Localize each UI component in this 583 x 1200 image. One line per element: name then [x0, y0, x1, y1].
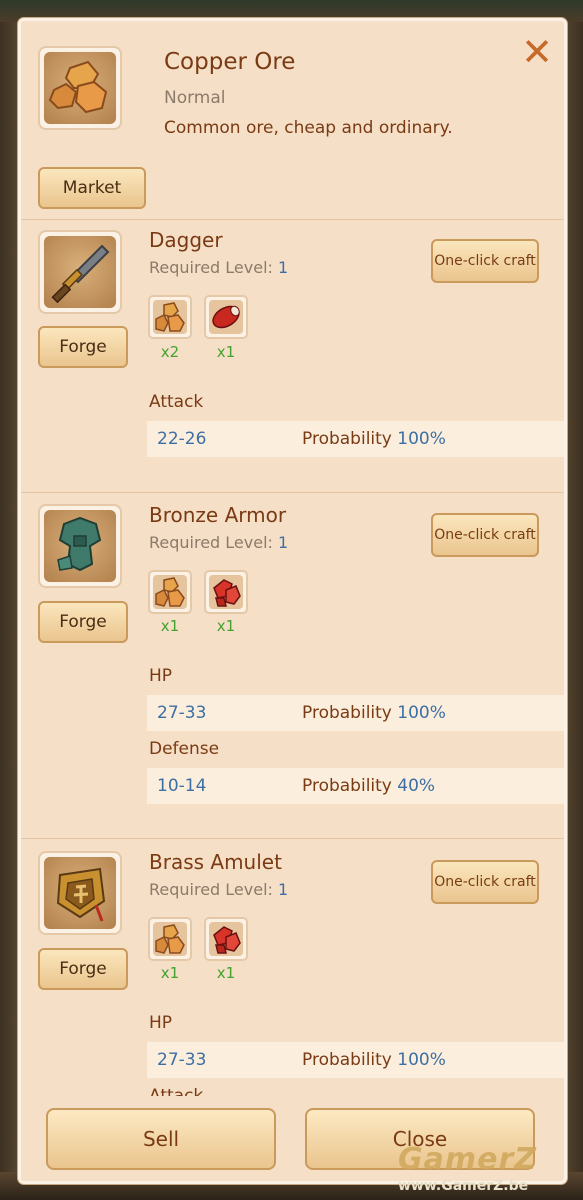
material-qty: x2 [160, 343, 180, 361]
forge-button[interactable]: Forge [38, 948, 128, 990]
stat-range: 22-26 [157, 429, 207, 449]
required-level: Required Level: 1 [149, 533, 289, 552]
material-qty: x1 [160, 964, 180, 982]
bronze-armor-icon [57, 516, 102, 572]
recipe-brass-amulet: Forge Brass Amulet Required Level: 1 One… [21, 838, 564, 1106]
item-rarity: Normal [164, 88, 226, 108]
material-slot[interactable] [148, 917, 192, 961]
brass-amulet-icon [56, 867, 106, 922]
dagger-item-slot [38, 230, 122, 314]
material-slot[interactable] [148, 570, 192, 614]
material-slot[interactable] [148, 295, 192, 339]
watermark-url: www.GamerZ.be [398, 1178, 529, 1194]
stat-row: 22-26 Probability 100% [147, 421, 564, 457]
stat-label: Defense [149, 739, 220, 759]
material-qty: x1 [160, 617, 180, 635]
one-click-craft-button[interactable]: One-click craft [431, 860, 539, 904]
item-header: Market Copper Ore Normal Common ore, che… [21, 21, 564, 221]
stat-row: 27-33 Probability 100% [147, 1042, 564, 1078]
bronze-armor-item-slot [38, 504, 122, 588]
material-slot[interactable] [204, 917, 248, 961]
red-crystal-icon [213, 579, 241, 607]
required-level: Required Level: 1 [149, 880, 289, 899]
stat-probability: Probability 100% [302, 703, 446, 723]
meat-icon [212, 305, 240, 329]
watermark-logo: GamerZ [398, 1142, 538, 1177]
brass-amulet-item-slot [38, 851, 122, 935]
recipe-bronze-armor: Forge Bronze Armor Required Level: 1 One… [21, 492, 564, 839]
copper-ore-icon [155, 577, 185, 607]
dagger-icon [51, 244, 110, 304]
one-click-craft-button[interactable]: One-click craft [431, 239, 539, 283]
stat-range: 27-33 [157, 703, 207, 723]
forge-button[interactable]: Forge [38, 326, 128, 368]
stat-row: 10-14 Probability 40% [147, 768, 564, 804]
stat-range: 10-14 [157, 776, 207, 796]
stat-label: HP [149, 666, 173, 686]
item-name: Dagger [149, 228, 223, 252]
material-qty: x1 [216, 343, 236, 361]
stat-label: HP [149, 1013, 173, 1033]
stat-label: Attack [149, 392, 204, 412]
sell-button[interactable]: Sell [46, 1108, 276, 1170]
item-detail-panel: Market Copper Ore Normal Common ore, che… [18, 18, 567, 1184]
stat-range: 27-33 [157, 1050, 207, 1070]
close-icon[interactable]: ✕ [519, 33, 555, 71]
copper-ore-icon [155, 924, 185, 954]
red-crystal-icon [213, 926, 241, 954]
item-name: Brass Amulet [149, 850, 282, 874]
copper-ore-icon [48, 60, 108, 114]
copper-ore-icon [155, 302, 185, 332]
item-description: Common ore, cheap and ordinary. [164, 118, 453, 138]
item-title: Copper Ore [164, 49, 296, 75]
copper-ore-item-slot [38, 46, 122, 130]
one-click-craft-button[interactable]: One-click craft [431, 513, 539, 557]
material-slot[interactable] [204, 570, 248, 614]
item-name: Bronze Armor [149, 503, 287, 527]
material-qty: x1 [216, 964, 236, 982]
material-slot[interactable] [204, 295, 248, 339]
material-qty: x1 [216, 617, 236, 635]
stat-probability: Probability 100% [302, 1050, 446, 1070]
stat-row: 27-33 Probability 100% [147, 695, 564, 731]
stat-probability: Probability 40% [302, 776, 436, 796]
forge-button[interactable]: Forge [38, 601, 128, 643]
recipe-dagger: Forge Dagger Required Level: 1 One-click… [21, 219, 564, 493]
market-button[interactable]: Market [38, 167, 146, 209]
stat-probability: Probability 100% [302, 429, 446, 449]
required-level: Required Level: 1 [149, 258, 289, 277]
